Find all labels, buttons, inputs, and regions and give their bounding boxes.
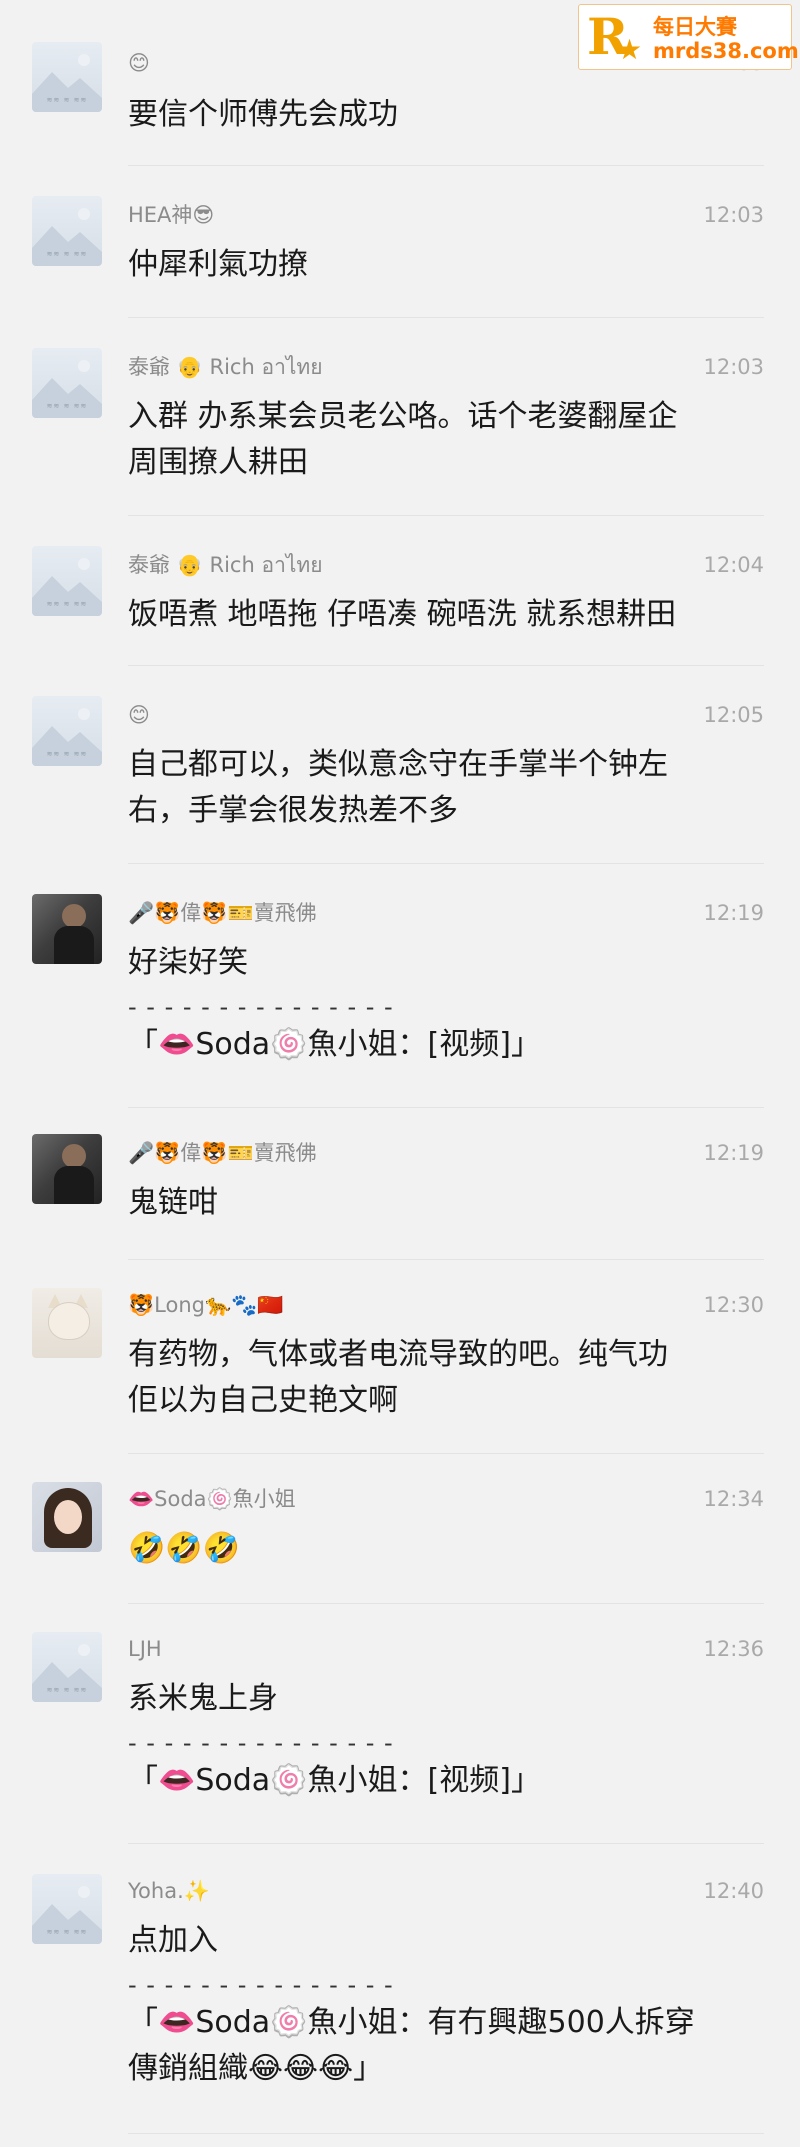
message-time: 12:19 [703,1141,764,1165]
avatar[interactable]: ≋≋ ≋ ≋≋ [32,42,102,112]
message-line: 饭唔煮 地唔拖 仔唔凑 碗唔洗 就系想耕田 [128,597,677,632]
message-line: 周围撩人耕田 [128,445,308,480]
avatar[interactable] [32,894,102,964]
avatar[interactable]: ≋≋ ≋ ≋≋ [32,348,102,418]
sender-name: HEA神😎 [128,203,215,227]
avatar-photo-body [54,1166,94,1204]
message-item[interactable]: ≋≋ ≋ ≋≋ 泰爺 👴 Rich อาไทย 12:03 入群 办系某会员老公… [0,318,800,516]
message-item[interactable]: 🎤🐯偉🐯🎫賣飛佛 12:19 好柒好笑 - - - - - - - - - - … [0,864,800,1108]
message-text: 好柒好笑 - - - - - - - - - - - - - - - 「👄Sod… [128,940,764,1068]
message-text: 入群 办系某会员老公咯。话个老婆翻屋企 周围撩人耕田 [128,394,764,486]
message-line: 右，手掌会很发热差不多 [128,793,458,828]
sender-name: Yoha.✨ [128,1879,210,1903]
message-line: 好柒好笑 [128,945,248,980]
avatar-photo-head [62,904,86,928]
avatar-photo-face [54,1500,82,1534]
message-item[interactable]: 🐯Long🐆🐾🇨🇳 12:30 有药物，气体或者电流导致的吧。纯气功 佢以为自己… [0,1260,800,1454]
star-icon: ★ [617,33,643,66]
message-text: 仲犀利氣功撩 [128,242,764,288]
message-time: 12:30 [703,1293,764,1317]
message-line: 鬼链咁 [128,1185,218,1220]
sender-name: 泰爺 👴 Rich อาไทย [128,553,323,577]
sender-name: 👄Soda🍥魚小姐 [128,1487,296,1511]
message-time: 12:04 [703,553,764,577]
placeholder-caption: ≋≋ ≋ ≋≋ [46,600,88,608]
message-text: 有药物，气体或者电流导致的吧。纯气功 佢以为自己史艳文啊 [128,1332,764,1424]
message-line: 🤣🤣🤣 [128,1531,241,1566]
avatar[interactable]: ≋≋ ≋ ≋≋ [32,196,102,266]
sender-name: 😊 [128,703,150,727]
quote-divider: - - - - - - - - - - - - - - - [128,1729,394,1757]
avatar[interactable]: ≋≋ ≋ ≋≋ [32,1632,102,1702]
message-line: 入群 办系某会员老公咯。话个老婆翻屋企 [128,399,678,434]
message-line: 要信个师傅先会成功 [128,97,398,132]
avatar[interactable]: ≋≋ ≋ ≋≋ [32,1874,102,1944]
sender-name: 🎤🐯偉🐯🎫賣飛佛 [128,1141,317,1165]
message-item[interactable]: ≋≋ ≋ ≋≋ HEA神😎 12:03 仲犀利氣功撩 [0,166,800,318]
message-line: 佢以为自己史艳文啊 [128,1383,398,1418]
message-text: 鬼链咁 [128,1180,764,1226]
sender-name: 泰爺 👴 Rich อาไทย [128,355,323,379]
message-text: 系米鬼上身 - - - - - - - - - - - - - - - 「👄So… [128,1676,764,1804]
message-item[interactable]: ≋≋ ≋ ≋≋ LJH 12:36 系米鬼上身 - - - - - - - - … [0,1604,800,1844]
message-text: 要信个师傅先会成功 [128,92,764,138]
quote-divider: - - - - - - - - - - - - - - - [128,993,394,1021]
sender-name: 🎤🐯偉🐯🎫賣飛佛 [128,901,317,925]
message-line: 点加入 [128,1923,218,1958]
placeholder-caption: ≋≋ ≋ ≋≋ [46,1686,88,1694]
watermark-title: 每日大賽 [653,15,737,39]
message-time: 12:19 [703,901,764,925]
placeholder-caption: ≋≋ ≋ ≋≋ [46,750,88,758]
message-item[interactable]: 🎤🐯偉🐯🎫賣飛佛 12:19 鬼链咁 [0,1108,800,1260]
sender-name: 😊 [128,51,150,75]
message-item[interactable]: ≋≋ ≋ ≋≋ Yoha.✨ 12:40 点加入 - - - - - - - -… [0,1844,800,2134]
message-line: 系米鬼上身 [128,1681,278,1716]
avatar[interactable] [32,1482,102,1552]
message-time: 12:34 [703,1487,764,1511]
message-line: 有药物，气体或者电流导致的吧。纯气功 [128,1337,668,1372]
placeholder-caption: ≋≋ ≋ ≋≋ [46,402,88,410]
message-time: 12:36 [703,1637,764,1661]
message-item[interactable]: ≋≋ ≋ ≋≋ 😊 12:05 自己都可以，类似意念守在手掌半个钟左 右，手掌会… [0,666,800,864]
placeholder-caption: ≋≋ ≋ ≋≋ [46,1928,88,1936]
quoted-message[interactable]: 「👄Soda🍥魚小姐：有冇興趣500人拆穿 [128,2000,764,2046]
avatar[interactable]: ≋≋ ≋ ≋≋ [32,546,102,616]
message-time: 12:03 [703,203,764,227]
avatar-photo-head [62,1144,86,1168]
message-time: 12:03 [703,355,764,379]
message-text: 🤣🤣🤣 [128,1526,764,1572]
message-line: 自己都可以，类似意念守在手掌半个钟左 [128,747,668,782]
message-text: 点加入 - - - - - - - - - - - - - - - 「👄Soda… [128,1918,764,2092]
quoted-message[interactable]: 「👄Soda🍥魚小姐：[视频]」 [128,1758,764,1804]
quoted-message[interactable]: 「👄Soda🍥魚小姐：[视频]」 [128,1022,764,1068]
sender-name: 🐯Long🐆🐾🇨🇳 [128,1293,284,1317]
avatar[interactable] [32,1134,102,1204]
sender-name: LJH [128,1637,162,1661]
message-time: 12:05 [703,703,764,727]
quoted-message[interactable]: 傳銷組織😂😂😂」 [128,2046,764,2092]
avatar-photo-body [54,926,94,964]
message-text: 饭唔煮 地唔拖 仔唔凑 碗唔洗 就系想耕田 [128,592,764,638]
placeholder-caption: ≋≋ ≋ ≋≋ [46,250,88,258]
avatar[interactable] [32,1288,102,1358]
avatar[interactable]: ≋≋ ≋ ≋≋ [32,696,102,766]
watermark-url: mrds38.com [653,39,799,63]
quote-divider: - - - - - - - - - - - - - - - [128,1971,394,1999]
avatar-cat-head [48,1302,90,1340]
message-text: 自己都可以，类似意念守在手掌半个钟左 右，手掌会很发热差不多 [128,742,764,834]
message-line: 仲犀利氣功撩 [128,247,308,282]
site-watermark: R ★ 每日大賽 mrds38.com [578,4,799,70]
message-item[interactable]: ≋≋ ≋ ≋≋ 泰爺 👴 Rich อาไทย 12:04 饭唔煮 地唔拖 仔唔… [0,516,800,666]
placeholder-caption: ≋≋ ≋ ≋≋ [46,96,88,104]
message-item[interactable]: 👄Soda🍥魚小姐 12:34 🤣🤣🤣 [0,1454,800,1604]
message-time: 12:40 [703,1879,764,1903]
